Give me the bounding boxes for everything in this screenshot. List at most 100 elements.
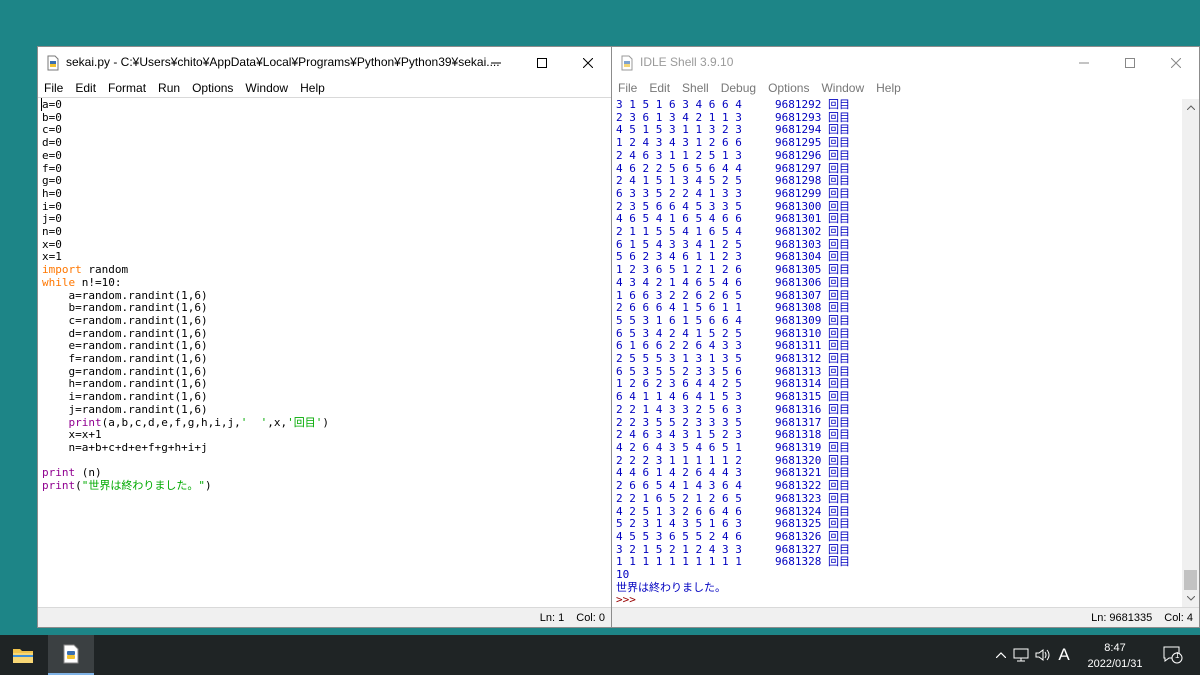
roll-suffix: 回目 (827, 440, 850, 454)
roll-count: 9681326 (774, 529, 822, 543)
roll-suffix: 回目 (827, 98, 850, 111)
roll-count: 9681317 (774, 415, 822, 429)
editor-window-title: sekai.py - C:¥Users¥chito¥AppData¥Local¥… (66, 55, 500, 69)
shell-menu-edit[interactable]: Edit (649, 78, 676, 98)
shell-menu-window[interactable]: Window (821, 78, 870, 98)
editor-close-button[interactable] (565, 47, 611, 78)
shell-titlebar[interactable]: IDLE Shell 3.9.10 (612, 47, 1199, 78)
dice-values: 5 5 3 1 6 1 5 6 6 4 (616, 313, 742, 327)
roll-suffix: 回目 (827, 415, 850, 429)
roll-suffix: 回目 (827, 466, 850, 480)
editor-titlebar[interactable]: sekai.py - C:¥Users¥chito¥AppData¥Local¥… (38, 47, 611, 78)
editor-statusbar: Ln: 1 Col: 0 (38, 607, 611, 627)
roll-suffix: 回目 (827, 326, 850, 340)
shell-prompt: >>> (616, 593, 636, 607)
idle-shell-icon (619, 55, 635, 71)
roll-suffix: 回目 (827, 174, 850, 188)
roll-suffix: 回目 (827, 555, 850, 569)
maximize-icon (1125, 57, 1135, 68)
minimize-icon (491, 62, 501, 63)
dice-values: 5 6 2 3 4 6 1 1 2 3 (616, 250, 742, 264)
final-sum-output: 10 (616, 568, 630, 582)
notification-icon (1163, 646, 1183, 664)
dice-values: 2 6 6 6 4 1 5 6 1 1 (616, 301, 742, 315)
file-explorer-icon (13, 649, 33, 663)
roll-count: 9681319 (774, 440, 822, 454)
shell-menu-options[interactable]: Options (768, 78, 815, 98)
action-center-button[interactable]: 1 (1158, 635, 1188, 675)
shell-window[interactable]: IDLE Shell 3.9.10 File Edit Shell Debug … (611, 46, 1200, 628)
editor-menu-format[interactable]: Format (108, 78, 152, 97)
shell-maximize-button[interactable] (1107, 47, 1153, 78)
dice-values: 6 1 6 6 2 2 6 4 3 3 (616, 339, 742, 353)
editor-menu-help[interactable]: Help (300, 78, 331, 97)
network-button[interactable] (1010, 648, 1032, 662)
roll-count: 9681294 (774, 123, 822, 137)
roll-suffix: 回目 (827, 491, 850, 505)
close-icon (583, 57, 593, 68)
scroll-up-arrow[interactable] (1182, 99, 1199, 116)
roll-count: 9681296 (774, 148, 822, 162)
show-hidden-icons-button[interactable] (992, 652, 1010, 658)
shell-menu-debug[interactable]: Debug (721, 78, 762, 98)
editor-menu-edit[interactable]: Edit (75, 78, 102, 97)
code-editor[interactable]: a=0 b=0 c=0 d=0 e=0 f=0 g=0 h=0 i=0 j=0 … (38, 98, 611, 607)
ime-indicator[interactable]: A (1054, 645, 1074, 665)
shell-close-button[interactable] (1153, 47, 1199, 78)
editor-minimize-button[interactable] (473, 47, 519, 78)
roll-count: 9681299 (774, 186, 822, 200)
roll-suffix: 回目 (827, 352, 850, 366)
roll-suffix: 回目 (827, 136, 850, 150)
roll-suffix: 回目 (827, 364, 850, 378)
editor-menu-file[interactable]: File (44, 78, 69, 97)
shell-output[interactable]: 3 1 5 1 6 3 4 6 6 4 9681292 回目 2 3 6 1 3 … (612, 98, 1181, 607)
clock-date: 2022/01/31 (1087, 658, 1143, 670)
system-tray: A (992, 635, 1074, 675)
editor-menubar: File Edit Format Run Options Window Help (38, 78, 611, 98)
dice-values: 6 5 3 4 2 4 1 5 2 5 (616, 326, 742, 340)
dice-values: 3 1 5 1 6 3 4 6 6 4 (616, 98, 742, 111)
dice-values: 4 6 2 2 5 6 5 6 4 4 (616, 161, 742, 175)
roll-suffix: 回目 (827, 529, 850, 543)
roll-suffix: 回目 (827, 199, 850, 213)
dice-values: 1 2 4 3 4 3 1 2 6 6 (616, 136, 742, 150)
roll-count: 9681307 (774, 288, 822, 302)
roll-count: 9681302 (774, 225, 822, 239)
roll-count: 9681324 (774, 504, 822, 518)
roll-suffix: 回目 (827, 339, 850, 353)
roll-count: 9681310 (774, 326, 822, 340)
dice-values: 2 4 1 5 1 3 4 5 2 5 (616, 174, 742, 188)
roll-suffix: 回目 (827, 390, 850, 404)
volume-button[interactable] (1032, 648, 1054, 662)
python-idle-taskbar-button[interactable] (48, 635, 94, 675)
shell-menu-shell[interactable]: Shell (682, 78, 715, 98)
file-explorer-button[interactable] (0, 635, 46, 675)
roll-count: 9681311 (774, 339, 822, 353)
taskbar-clock[interactable]: 8:47 2022/01/31 (1075, 640, 1155, 672)
scrollbar-thumb[interactable] (1184, 570, 1197, 590)
shell-menu-file[interactable]: File (618, 78, 643, 98)
editor-menu-run[interactable]: Run (158, 78, 186, 97)
roll-count: 9681300 (774, 199, 822, 213)
roll-suffix: 回目 (827, 212, 850, 226)
dice-values: 4 5 1 5 3 1 1 3 2 3 (616, 123, 742, 137)
shell-line-number: Ln: 9681335 (1091, 611, 1153, 624)
shell-minimize-button[interactable] (1061, 47, 1107, 78)
shell-vertical-scrollbar[interactable] (1182, 99, 1199, 607)
scroll-down-arrow[interactable] (1182, 590, 1199, 607)
editor-window[interactable]: sekai.py - C:¥Users¥chito¥AppData¥Local¥… (37, 46, 612, 628)
dice-values: 2 2 2 3 1 1 1 1 1 2 (616, 453, 742, 467)
dice-values: 2 2 1 6 5 2 1 2 6 5 (616, 491, 742, 505)
roll-count: 9681322 (774, 479, 822, 493)
dice-values: 4 3 4 2 1 4 6 5 4 6 (616, 275, 742, 289)
dice-values: 1 2 6 2 3 6 4 4 2 5 (616, 377, 742, 391)
dice-values: 2 3 6 1 3 4 2 1 1 3 (616, 110, 742, 124)
roll-suffix: 回目 (827, 237, 850, 251)
editor-menu-window[interactable]: Window (245, 78, 294, 97)
shell-menu-help[interactable]: Help (876, 78, 907, 98)
dice-values: 3 2 1 5 2 1 2 4 3 3 (616, 542, 742, 556)
shell-prompt-line[interactable]: >>> (616, 594, 1181, 607)
editor-menu-options[interactable]: Options (192, 78, 239, 97)
dice-values: 2 5 5 5 3 1 3 1 3 5 (616, 352, 742, 366)
editor-maximize-button[interactable] (519, 47, 565, 78)
